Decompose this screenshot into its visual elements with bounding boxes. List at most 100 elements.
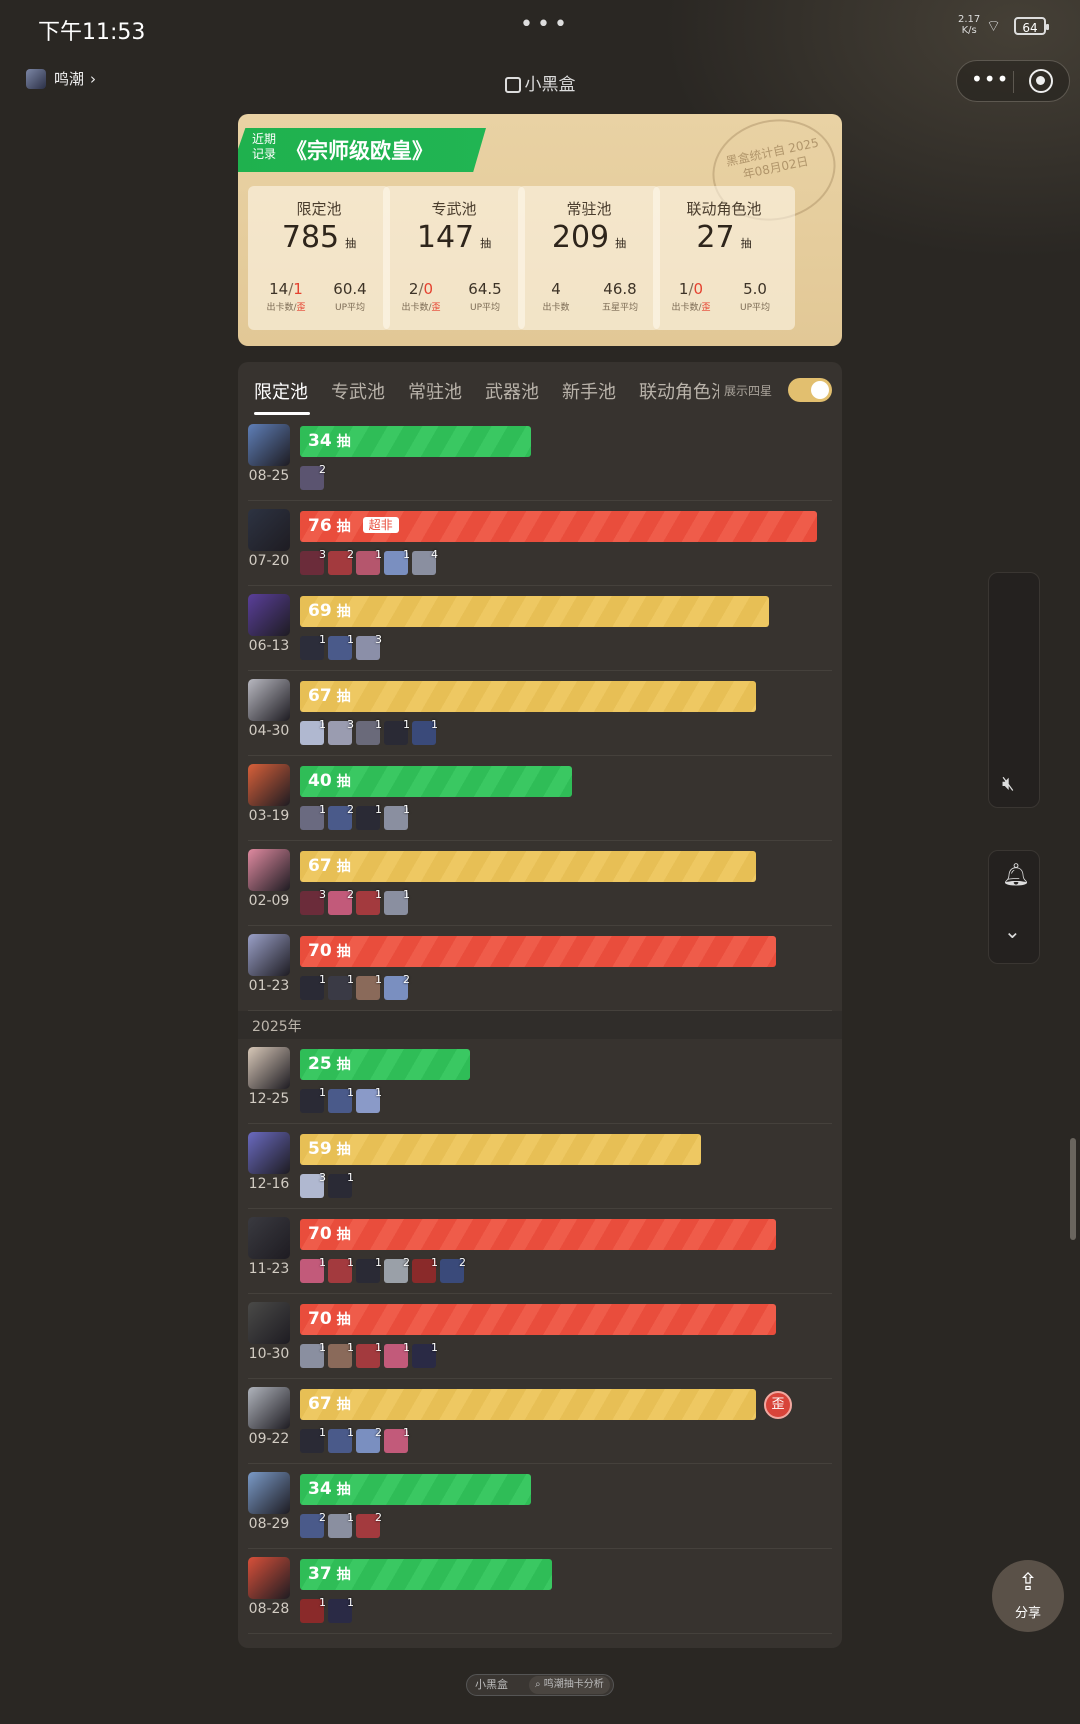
four-star-count: 1 <box>347 973 354 986</box>
stat-box: 常驻池 209 抽 4 出卡数 46.8 五星平均 <box>518 186 660 330</box>
character-avatar[interactable] <box>248 1557 290 1599</box>
four-star-count: 1 <box>375 1256 382 1269</box>
four-star-count: 1 <box>403 718 410 731</box>
pull-row[interactable]: 04-30 67 抽 1 3 1 1 1 <box>238 671 842 756</box>
tab-weapon-limited[interactable]: 专武池 <box>331 378 385 404</box>
app-title-text: 小黑盒 <box>524 75 576 95</box>
pull-count-bar: 67 抽 <box>300 851 756 882</box>
stat-right: 64.5 UP平均 <box>455 280 515 313</box>
four-star-avatar: 1 <box>384 718 410 745</box>
more-icon[interactable]: ••• <box>971 67 1009 91</box>
pull-row[interactable]: 07-20 76 抽超非 3 2 1 1 4 <box>238 501 842 586</box>
average-value: 5.0 <box>743 280 767 298</box>
four-star-count: 3 <box>319 1171 326 1184</box>
tab-collab[interactable]: 联动角色池 <box>639 378 719 404</box>
character-avatar[interactable] <box>248 1047 290 1089</box>
media-side-panel: 🔇︎ <box>988 572 1040 808</box>
pull-unit: 抽 <box>336 944 351 960</box>
character-avatar[interactable] <box>248 424 290 466</box>
character-avatar[interactable] <box>248 1387 290 1429</box>
pull-row[interactable]: 09-22 67 抽 歪 1 1 2 1 <box>238 1379 842 1464</box>
pull-date: 11-23 <box>248 1261 290 1277</box>
four-star-count: 1 <box>319 1086 326 1099</box>
pull-row[interactable]: 08-25 34 抽 2 <box>238 416 842 501</box>
pull-count-bar: 59 抽 <box>300 1134 701 1165</box>
pull-row[interactable]: 12-25 25 抽 1 1 1 <box>238 1039 842 1124</box>
share-button[interactable]: ⇪ 分享 <box>992 1560 1064 1632</box>
four-star-list: 3 2 1 1 4 <box>300 548 440 575</box>
off-label: 歪 <box>701 303 711 313</box>
show-four-star-toggle[interactable] <box>788 378 832 402</box>
character-avatar[interactable] <box>248 1132 290 1174</box>
four-star-avatar: 1 <box>356 888 382 915</box>
pull-count: 67 <box>308 856 332 876</box>
pull-row[interactable]: 02-09 67 抽 3 2 1 1 <box>238 841 842 926</box>
pull-row[interactable]: 06-13 69 抽 1 1 3 <box>238 586 842 671</box>
app-title: 小黑盒 <box>0 70 1080 95</box>
pull-date: 10-30 <box>248 1346 290 1362</box>
pull-count: 25 <box>308 1054 332 1074</box>
character-avatar[interactable] <box>248 1472 290 1514</box>
four-star-count: 1 <box>347 1171 354 1184</box>
character-avatar[interactable] <box>248 764 290 806</box>
close-target-icon[interactable] <box>1029 69 1053 93</box>
four-star-avatar: 1 <box>412 1256 438 1283</box>
character-avatar[interactable] <box>248 1217 290 1259</box>
tab-limited[interactable]: 限定池 <box>254 378 308 404</box>
tab-beginner[interactable]: 新手池 <box>562 378 616 404</box>
chevron-down-icon[interactable]: ⌄ <box>1004 919 1021 943</box>
four-star-avatar: 1 <box>300 1426 326 1453</box>
four-star-count: 1 <box>375 1341 382 1354</box>
scrollbar[interactable] <box>1070 1138 1076 1240</box>
banner-small-label: 近期 记录 <box>252 132 277 161</box>
character-avatar[interactable] <box>248 594 290 636</box>
four-star-avatar: 1 <box>384 548 410 575</box>
pull-row[interactable]: 08-28 37 抽 11 <box>238 1549 842 1634</box>
pull-date: 08-28 <box>248 1601 290 1617</box>
four-star-count: 3 <box>319 888 326 901</box>
tab-standard[interactable]: 常驻池 <box>408 378 462 404</box>
character-avatar[interactable] <box>248 1302 290 1344</box>
status-dots: ••• <box>520 12 571 37</box>
year-label: 2025年 <box>252 1019 302 1035</box>
mute-icon[interactable]: 🔇︎ <box>1002 771 1015 795</box>
card-count-label: 出卡数/ <box>401 303 432 313</box>
pull-row[interactable]: 12-16 59 抽 31 <box>238 1124 842 1209</box>
four-star-count: 1 <box>403 1341 410 1354</box>
network-speed-unit: K/s <box>961 25 977 36</box>
pull-date: 09-22 <box>248 1431 290 1447</box>
pull-count-bar: 76 抽超非 <box>300 511 817 542</box>
footer-brand: 小黑盒 <box>475 1678 508 1691</box>
character-avatar[interactable] <box>248 849 290 891</box>
pull-row[interactable]: 08-29 34 抽 2 1 2 <box>238 1464 842 1549</box>
four-star-count: 1 <box>319 633 326 646</box>
character-avatar[interactable] <box>248 679 290 721</box>
four-star-avatar: 3 <box>300 1171 326 1198</box>
pull-count: 34 <box>308 431 332 451</box>
bell-icon[interactable]: 🔔︎ <box>1002 863 1030 888</box>
four-star-count: 2 <box>319 1511 326 1524</box>
four-star-count: 2 <box>347 548 354 561</box>
pull-unit: 抽 <box>336 689 351 705</box>
pull-row[interactable]: 10-30 70 抽 1 1 1 1 1 <box>238 1294 842 1379</box>
pull-row[interactable]: 03-19 40 抽 1 2 1 1 <box>238 756 842 841</box>
pull-count-bar: 67 抽 <box>300 681 756 712</box>
four-star-count: 1 <box>347 633 354 646</box>
stat-unit: 抽 <box>740 237 752 250</box>
pull-row[interactable]: 11-23 70 抽 1 1 1 2 1 2 <box>238 1209 842 1294</box>
show-four-star-label: 展示四星 <box>724 384 773 398</box>
pull-unit: 抽 <box>336 1142 351 1158</box>
tab-weapon[interactable]: 武器池 <box>485 378 539 404</box>
four-star-avatar: 1 <box>356 718 382 745</box>
footer-search[interactable]: ⌕ 鸣潮抽卡分析 <box>529 1676 610 1694</box>
character-avatar[interactable] <box>248 934 290 976</box>
pull-row[interactable]: 01-23 70 抽 1 1 1 2 <box>238 926 842 1011</box>
stat-left: 4 出卡数 <box>526 280 586 313</box>
four-star-list: 1 1 2 1 <box>300 1426 412 1453</box>
four-star-count: 1 <box>347 1596 354 1609</box>
pull-date: 04-30 <box>248 723 290 739</box>
character-avatar[interactable] <box>248 509 290 551</box>
pull-count-bar: 40 抽 <box>300 766 572 797</box>
pull-count: 70 <box>308 1224 332 1244</box>
four-star-count: 3 <box>319 548 326 561</box>
